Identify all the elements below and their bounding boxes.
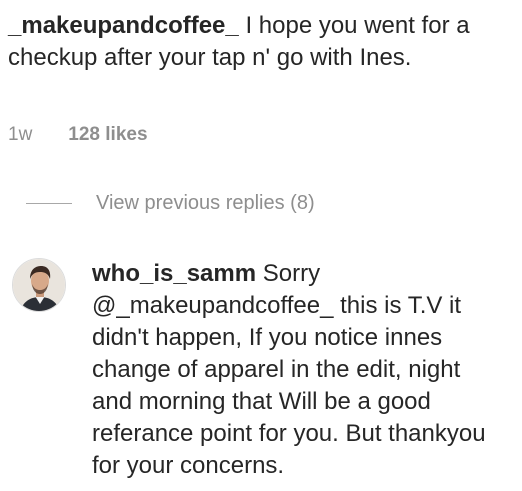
view-replies-label[interactable]: View previous replies (8) — [96, 192, 315, 215]
replies-divider — [26, 203, 72, 204]
profile-photo-icon — [13, 259, 65, 311]
avatar[interactable] — [12, 258, 66, 312]
comment-meta: 1w 128 likes — [8, 124, 148, 146]
comment-body: _makeupandcoffee_ I hope you went for a … — [8, 10, 508, 74]
reply-username[interactable]: who_is_samm — [92, 260, 256, 287]
comment-likes[interactable]: 128 likes — [68, 124, 147, 146]
reply-mention[interactable]: _makeupandcoffee_ — [116, 292, 333, 319]
reply-text-after-mention: this is T.V it didn't happen, If you not… — [92, 292, 486, 479]
comment-time: 1w — [8, 124, 33, 145]
reply-body: who_is_samm Sorry @_makeupandcoffee_ thi… — [92, 258, 502, 482]
view-previous-replies[interactable]: View previous replies (8) — [26, 192, 315, 215]
comment-username[interactable]: _makeupandcoffee_ — [8, 12, 239, 39]
